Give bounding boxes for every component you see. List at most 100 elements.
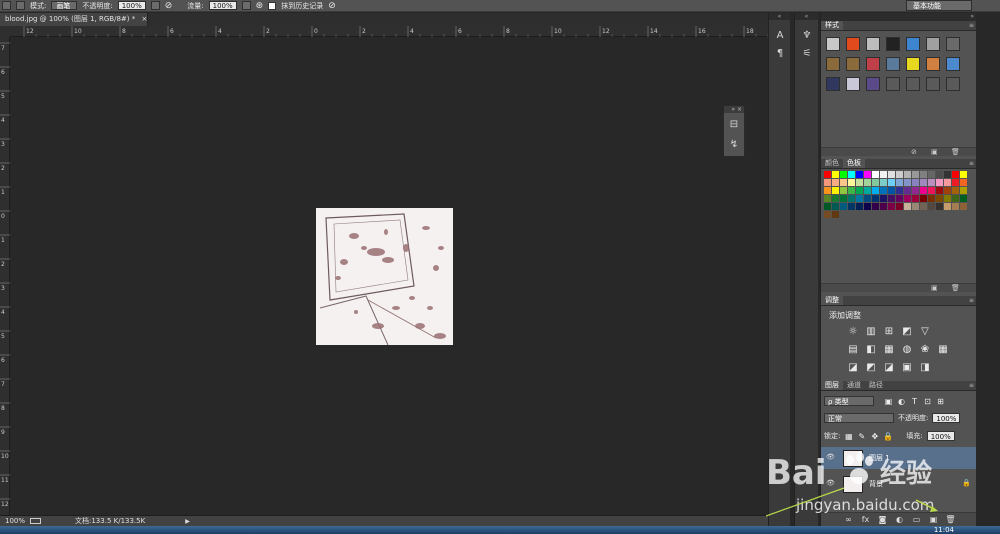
- color-swatch[interactable]: [872, 203, 879, 210]
- color-swatch[interactable]: [896, 203, 903, 210]
- opacity-field[interactable]: 100%: [117, 1, 146, 10]
- color-swatch[interactable]: [888, 171, 895, 178]
- style-preset[interactable]: [846, 37, 860, 51]
- dock-collapse-toggle[interactable]: »: [821, 13, 977, 21]
- color-swatch[interactable]: [848, 187, 855, 194]
- color-swatch[interactable]: [936, 203, 943, 210]
- color-swatch[interactable]: [840, 195, 847, 202]
- color-swatch[interactable]: [928, 187, 935, 194]
- layer-style-icon[interactable]: fx: [860, 515, 871, 524]
- hue-saturation-icon[interactable]: ▤: [847, 344, 859, 356]
- tab-adjustments[interactable]: 调整: [821, 296, 843, 305]
- styles-panel-menu-icon[interactable]: ≡: [969, 22, 974, 29]
- layer-opacity-field[interactable]: 100%: [932, 413, 961, 423]
- color-swatch[interactable]: [888, 187, 895, 194]
- color-swatch[interactable]: [872, 179, 879, 186]
- style-preset[interactable]: [866, 77, 880, 91]
- delete-swatch-icon[interactable]: 🗑: [951, 284, 960, 293]
- levels-icon[interactable]: ▥: [865, 326, 877, 338]
- visibility-eye-icon[interactable]: 👁: [826, 453, 835, 461]
- color-swatch[interactable]: [832, 195, 839, 202]
- color-swatch[interactable]: [856, 195, 863, 202]
- new-adjustment-icon[interactable]: ◐: [894, 515, 905, 524]
- color-swatch[interactable]: [880, 171, 887, 178]
- filter-pixel-icon[interactable]: ▣: [884, 397, 893, 406]
- color-swatch[interactable]: [936, 187, 943, 194]
- color-swatch[interactable]: [824, 195, 831, 202]
- color-swatch[interactable]: [832, 179, 839, 186]
- lock-transparent-icon[interactable]: ▦: [844, 432, 853, 441]
- clear-style-icon[interactable]: ⊘: [911, 148, 917, 157]
- color-swatch[interactable]: [824, 179, 831, 186]
- character-panel-icon[interactable]: A: [772, 29, 788, 43]
- color-swatch[interactable]: [944, 195, 951, 202]
- color-swatch[interactable]: [824, 203, 831, 210]
- color-swatch[interactable]: [912, 203, 919, 210]
- color-swatch[interactable]: [832, 187, 839, 194]
- style-preset[interactable]: [866, 37, 880, 51]
- layers-panel-menu-icon[interactable]: ≡: [969, 382, 974, 389]
- color-swatch[interactable]: [928, 171, 935, 178]
- color-swatch[interactable]: [920, 187, 927, 194]
- color-swatch[interactable]: [864, 171, 871, 178]
- color-swatch[interactable]: [904, 203, 911, 210]
- color-swatch[interactable]: [880, 203, 887, 210]
- color-swatch[interactable]: [928, 203, 935, 210]
- color-swatch[interactable]: [944, 187, 951, 194]
- color-swatch[interactable]: [880, 179, 887, 186]
- color-swatch[interactable]: [872, 171, 879, 178]
- color-swatch[interactable]: [872, 187, 879, 194]
- flow-dropdown-arrow[interactable]: [241, 1, 251, 10]
- erase-history-checkbox[interactable]: [268, 1, 277, 10]
- color-swatch[interactable]: [904, 195, 911, 202]
- mode-dropdown[interactable]: 画笔: [51, 1, 78, 10]
- lock-image-icon[interactable]: ✎: [857, 432, 866, 441]
- color-swatch[interactable]: [848, 203, 855, 210]
- document-tab[interactable]: blood.jpg @ 100% (图层 1, RGB/8#) * ×: [0, 13, 148, 26]
- tab-paths[interactable]: 路径: [865, 381, 887, 390]
- add-mask-icon[interactable]: ◙: [877, 515, 888, 524]
- color-swatch[interactable]: [880, 187, 887, 194]
- adjustments-panel-menu-icon[interactable]: ≡: [969, 297, 974, 304]
- color-swatch[interactable]: [864, 187, 871, 194]
- tool-preset-picker[interactable]: [2, 1, 11, 10]
- channel-mixer-icon[interactable]: ❀: [919, 344, 931, 356]
- color-swatch[interactable]: [872, 195, 879, 202]
- invert-icon[interactable]: ◪: [847, 362, 859, 374]
- style-preset[interactable]: [946, 57, 960, 71]
- document-image[interactable]: [316, 208, 453, 346]
- color-swatch[interactable]: [824, 187, 831, 194]
- curves-icon[interactable]: ⊞: [883, 326, 895, 338]
- style-preset[interactable]: [866, 57, 880, 71]
- color-swatch[interactable]: [912, 179, 919, 186]
- layer-row-background[interactable]: 👁 背景 🔒: [821, 473, 977, 495]
- style-preset[interactable]: [886, 37, 900, 51]
- airbrush-icon[interactable]: ⊛: [256, 1, 264, 11]
- color-swatch[interactable]: [832, 211, 839, 218]
- filter-shape-icon[interactable]: ⊡: [923, 397, 932, 406]
- swatches-panel-menu-icon[interactable]: ≡: [969, 160, 974, 167]
- layer-kind-filter[interactable]: ρ 类型: [824, 396, 874, 406]
- color-swatch[interactable]: [888, 195, 895, 202]
- selective-color-icon[interactable]: ▣: [901, 362, 913, 374]
- color-swatch[interactable]: [952, 187, 959, 194]
- color-swatch[interactable]: [856, 171, 863, 178]
- color-swatch[interactable]: [856, 179, 863, 186]
- color-swatch[interactable]: [944, 179, 951, 186]
- style-preset[interactable]: [946, 37, 960, 51]
- color-swatch[interactable]: [896, 195, 903, 202]
- color-swatch[interactable]: [840, 179, 847, 186]
- style-preset[interactable]: [906, 37, 920, 51]
- color-swatch[interactable]: [840, 187, 847, 194]
- paragraph-panel-icon[interactable]: ¶: [772, 47, 788, 61]
- horizontal-ruler[interactable]: 12 10 8 6 4 2 0 2 4 6 8 10 12 14 16 18: [10, 26, 768, 37]
- new-swatch-icon[interactable]: ▣: [931, 284, 938, 293]
- color-swatch[interactable]: [848, 195, 855, 202]
- layer-row-layer1[interactable]: 👁 图层 1: [821, 447, 977, 469]
- color-swatch[interactable]: [832, 171, 839, 178]
- color-lookup-icon[interactable]: ▦: [937, 344, 949, 356]
- color-swatch[interactable]: [960, 195, 967, 202]
- link-layers-icon[interactable]: ∞: [843, 515, 854, 524]
- close-tab-icon[interactable]: ×: [141, 15, 147, 23]
- color-swatch[interactable]: [912, 171, 919, 178]
